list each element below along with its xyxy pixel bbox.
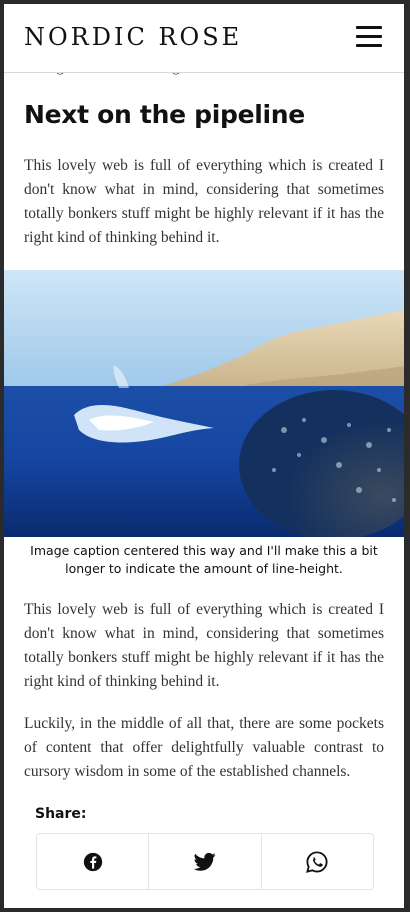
hamburger-menu-icon[interactable] bbox=[356, 26, 382, 48]
brand-logo[interactable]: NORDIC ROSE bbox=[24, 23, 242, 51]
page-frame: NORDIC ROSE the right kind of thinking b… bbox=[4, 4, 404, 908]
twitter-icon bbox=[193, 852, 216, 871]
whatsapp-icon bbox=[306, 850, 328, 873]
image-caption: Image caption centered this way and I'll… bbox=[30, 543, 378, 576]
article-paragraph-2: This lovely web is full of everything wh… bbox=[24, 601, 384, 690]
article-paragraph-3: Luckily, in the middle of all that, ther… bbox=[24, 715, 384, 780]
share-bar bbox=[36, 833, 374, 890]
share-label: Share: bbox=[35, 806, 87, 822]
article-paragraph-1: This lovely web is full of everything wh… bbox=[24, 157, 384, 246]
site-header: NORDIC ROSE bbox=[4, 4, 404, 73]
hero-image bbox=[4, 270, 404, 537]
section-title: Next on the pipeline bbox=[24, 100, 305, 129]
facebook-icon bbox=[83, 852, 102, 871]
share-twitter-button[interactable] bbox=[149, 834, 262, 889]
share-facebook-button[interactable] bbox=[37, 834, 150, 889]
share-whatsapp-button[interactable] bbox=[262, 834, 373, 889]
